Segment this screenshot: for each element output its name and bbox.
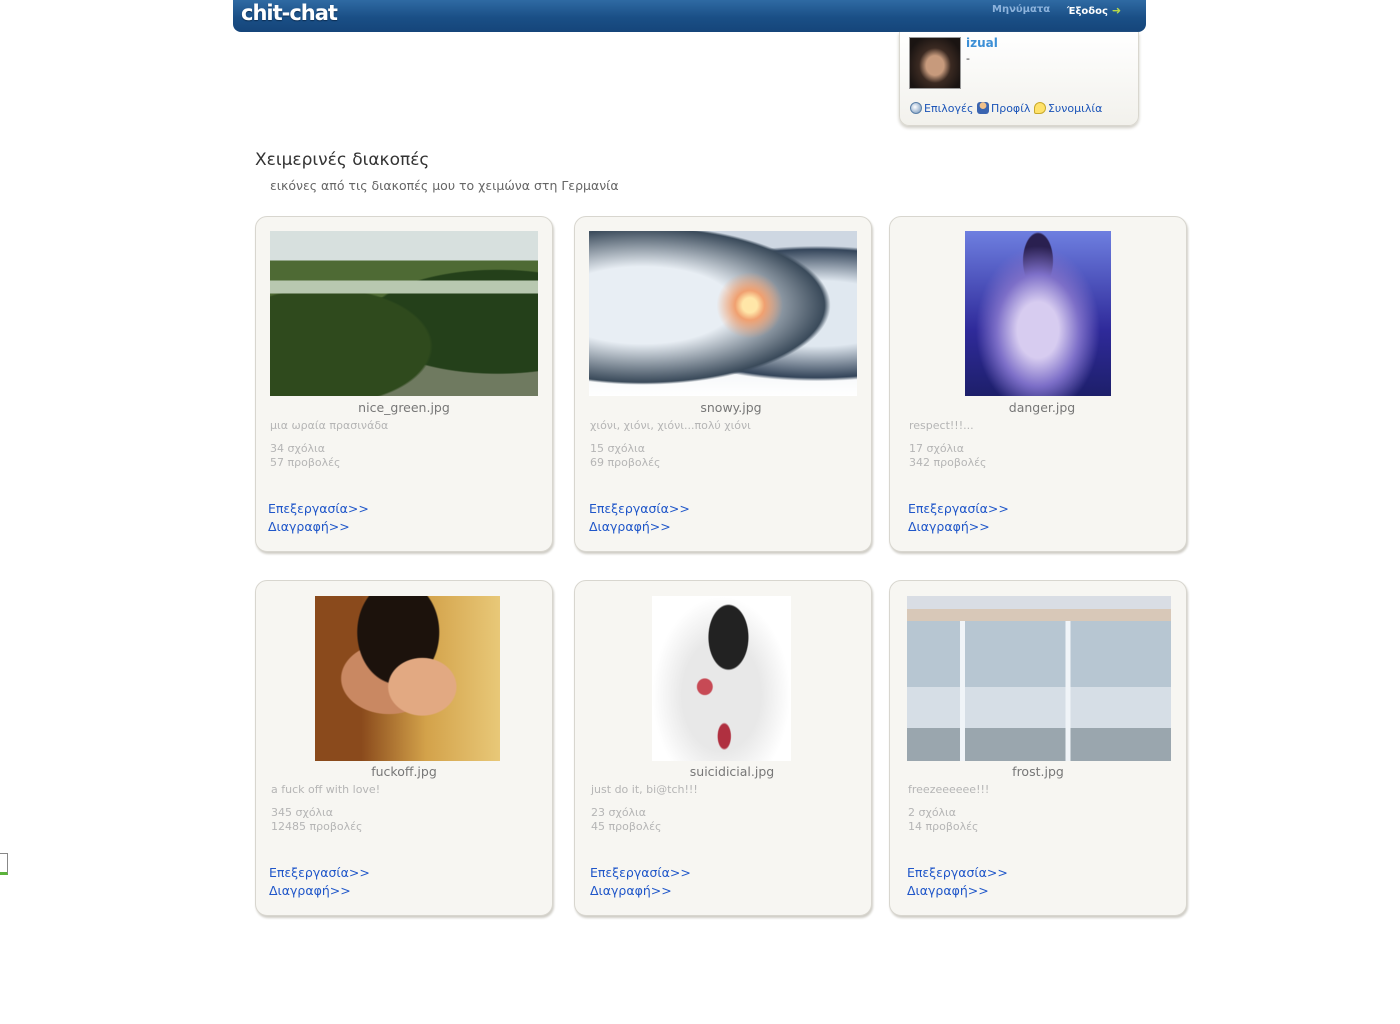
user-panel: izual - Επιλογές Προφίλ Συνομιλία: [899, 32, 1139, 126]
messages-link[interactable]: Μηνύματα: [992, 4, 1050, 15]
photo-stats: 345 σχόλια 12485 προβολές: [271, 806, 363, 834]
profile-icon: [976, 102, 989, 114]
photo-comments-count: 2 σχόλια: [908, 806, 957, 819]
page: chit-chat Μηνύματα Έξοδος ➜ izual - Επιλο…: [0, 0, 1400, 1024]
logout-link[interactable]: Έξοδος ➜: [1067, 4, 1121, 17]
edit-photo-link[interactable]: Επεξεργασία>>: [590, 865, 691, 880]
photo-filename: frost.jpg: [1012, 764, 1064, 779]
photo-filename: suicidicial.jpg: [689, 764, 775, 779]
delete-photo-link[interactable]: Διαγραφή>>: [907, 883, 989, 898]
photo-filename: nice_green.jpg: [358, 400, 450, 415]
photo-views-count: 14 προβολές: [908, 820, 979, 833]
chat-bubble-icon: [1033, 102, 1046, 114]
photo-comments-count: 15 σχόλια: [590, 442, 646, 455]
photo-comments-count: 345 σχόλια: [271, 806, 334, 819]
logout-label: Έξοδος: [1067, 6, 1108, 17]
profile-label: Προφίλ: [990, 102, 1031, 115]
photo-stats: 2 σχόλια 14 προβολές: [908, 806, 979, 834]
photo-filename: snowy.jpg: [700, 400, 762, 415]
photo-views-count: 12485 προβολές: [271, 820, 363, 833]
photo-card: snowy.jpg χιόνι, χιόνι, χιόνι...πολύ χιό…: [574, 216, 872, 552]
delete-photo-link[interactable]: Διαγραφή>>: [590, 883, 672, 898]
edit-photo-link[interactable]: Επεξεργασία>>: [268, 501, 369, 516]
photo-caption: μια ωραία πρασινάδα: [270, 419, 389, 432]
delete-photo-link[interactable]: Διαγραφή>>: [589, 519, 671, 534]
photo-stats: 15 σχόλια 69 προβολές: [590, 442, 661, 470]
photo-caption: χιόνι, χιόνι, χιόνι...πολύ χιόνι: [590, 419, 751, 432]
edit-photo-link[interactable]: Επεξεργασία>>: [907, 865, 1008, 880]
photo-thumbnail[interactable]: [315, 596, 500, 761]
photo-card: suicidicial.jpg just do it, bi@tch!!! 23…: [574, 580, 872, 916]
photo-card: danger.jpg respect!!!... 17 σχόλια 342 π…: [889, 216, 1187, 552]
photo-views-count: 69 προβολές: [590, 456, 661, 469]
delete-photo-link[interactable]: Διαγραφή>>: [908, 519, 990, 534]
photo-thumbnail[interactable]: [965, 231, 1111, 396]
options-icon: [910, 102, 922, 114]
photo-comments-count: 34 σχόλια: [270, 442, 326, 455]
edge-tab[interactable]: [0, 853, 8, 875]
photo-thumbnail[interactable]: [907, 596, 1171, 761]
photo-caption: respect!!!...: [909, 419, 974, 432]
photo-caption: just do it, bi@tch!!!: [591, 783, 698, 796]
photo-comments-count: 23 σχόλια: [591, 806, 647, 819]
logout-arrow-icon: ➜: [1111, 4, 1122, 17]
options-label: Επιλογές: [924, 102, 974, 115]
avatar[interactable]: [909, 37, 961, 89]
photo-views-count: 45 προβολές: [591, 820, 662, 833]
edit-photo-link[interactable]: Επεξεργασία>>: [269, 865, 370, 880]
photo-views-count: 57 προβολές: [270, 456, 341, 469]
edit-photo-link[interactable]: Επεξεργασία>>: [589, 501, 690, 516]
album-title: Χειμερινές διακοπές: [255, 150, 430, 170]
delete-photo-link[interactable]: Διαγραφή>>: [269, 883, 351, 898]
chat-link[interactable]: Συνομιλία: [1033, 102, 1103, 115]
photo-thumbnail[interactable]: [652, 596, 791, 761]
delete-photo-link[interactable]: Διαγραφή>>: [268, 519, 350, 534]
edit-photo-link[interactable]: Επεξεργασία>>: [908, 501, 1009, 516]
chat-label: Συνομιλία: [1047, 102, 1103, 115]
photo-filename: danger.jpg: [1008, 400, 1076, 415]
photo-filename: fuckoff.jpg: [371, 764, 437, 779]
profile-link[interactable]: Προφίλ: [976, 102, 1031, 115]
top-navigation-bar: chit-chat Μηνύματα Έξοδος ➜: [233, 0, 1146, 32]
photo-caption: a fuck off with love!: [271, 783, 381, 796]
user-links: Επιλογές Προφίλ Συνομιλία: [910, 102, 1102, 115]
photo-caption: freezeeeeee!!!: [908, 783, 990, 796]
user-status: -: [966, 52, 970, 65]
username-link[interactable]: izual: [966, 36, 998, 50]
photo-views-count: 342 προβολές: [909, 456, 987, 469]
photo-card: fuckoff.jpg a fuck off with love! 345 σχ…: [255, 580, 553, 916]
options-link[interactable]: Επιλογές: [910, 102, 973, 115]
photo-stats: 17 σχόλια 342 προβολές: [909, 442, 987, 470]
photo-thumbnail[interactable]: [589, 231, 857, 396]
photo-stats: 23 σχόλια 45 προβολές: [591, 806, 662, 834]
photo-stats: 34 σχόλια 57 προβολές: [270, 442, 341, 470]
photo-card: nice_green.jpg μια ωραία πρασινάδα 34 σχ…: [255, 216, 553, 552]
album-description: εικόνες από τις διακοπές μου το χειμώνα …: [270, 178, 619, 193]
photo-card: frost.jpg freezeeeeee!!! 2 σχόλια 14 προ…: [889, 580, 1187, 916]
site-logo[interactable]: chit-chat: [241, 1, 338, 25]
photo-thumbnail[interactable]: [270, 231, 538, 396]
photo-comments-count: 17 σχόλια: [909, 442, 965, 455]
